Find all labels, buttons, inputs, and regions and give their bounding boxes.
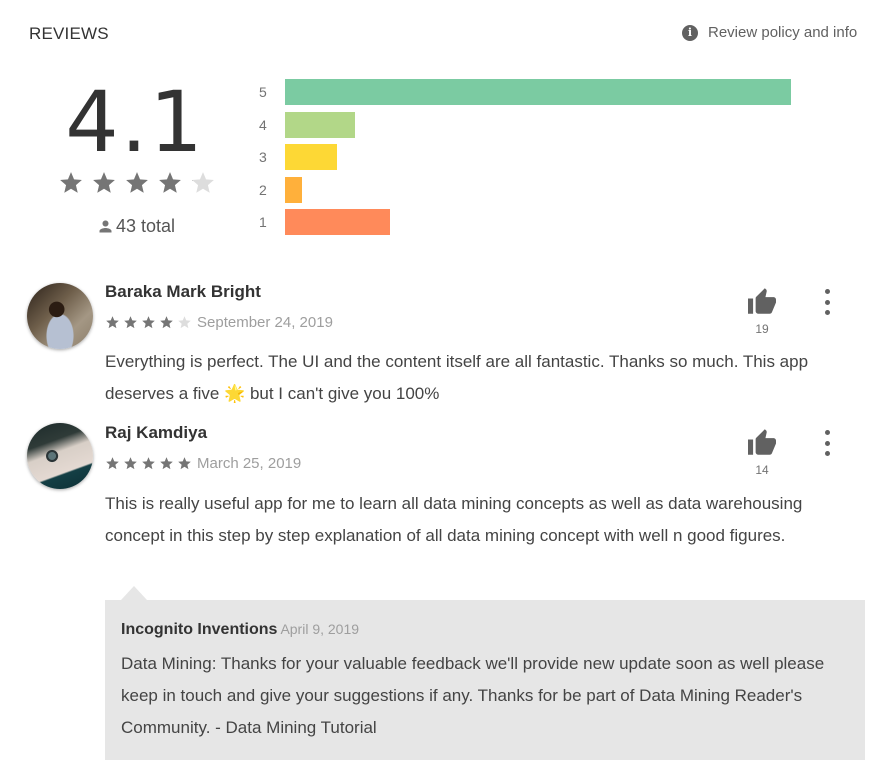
review-author: Baraka Mark Bright [105, 282, 261, 301]
histogram-label: 1 [259, 214, 267, 230]
total-ratings-label: 43 total [116, 216, 176, 236]
histogram-row-3: 3 [255, 144, 337, 170]
histogram-row-4: 4 [255, 111, 355, 138]
review-meta: March 25, 2019 [105, 455, 301, 472]
star-empty-icon [177, 315, 192, 330]
reply-date: April 9, 2019 [280, 621, 360, 637]
helpful-count: 19 [755, 322, 769, 336]
average-rating-stars [58, 170, 216, 196]
average-rating-value: 4.1 [65, 73, 205, 171]
average-rating: 4.1 [60, 72, 210, 172]
histogram-bar [285, 111, 355, 138]
review-stars [105, 456, 192, 471]
reply-header: Incognito Inventions April 9, 2019 [121, 621, 359, 639]
histogram-bar [285, 144, 337, 170]
user-avatar [27, 423, 93, 489]
review-text: This is really useful app for me to lear… [105, 494, 803, 545]
developer-reply: Incognito Inventions April 9, 2019 Data … [105, 600, 865, 760]
star-filled-icon [159, 456, 174, 471]
star-filled-icon [105, 456, 120, 471]
star-filled-icon [124, 170, 150, 196]
histogram-label: 2 [259, 181, 267, 198]
review-date: March 25, 2019 [197, 455, 302, 472]
star-filled-icon [91, 170, 117, 196]
star-filled-icon [105, 315, 120, 330]
histogram-row-2: 2 [255, 176, 302, 203]
histogram-bar [285, 209, 390, 235]
histogram-label: 5 [259, 84, 267, 100]
review-meta: September 24, 2019 [105, 314, 333, 331]
total-ratings: 43 total [98, 216, 175, 237]
developer-name: Incognito Inventions [121, 621, 278, 638]
more-options-icon[interactable] [817, 289, 837, 315]
star-filled-icon [177, 456, 192, 471]
more-options-icon[interactable] [817, 430, 837, 456]
histogram-label: 4 [259, 116, 267, 133]
reviews-heading: REVIEWS [29, 24, 109, 43]
thumbs-up-icon[interactable] [746, 428, 778, 456]
histogram-bar [285, 79, 791, 105]
info-icon: i [682, 24, 698, 41]
star-filled-icon [157, 170, 183, 196]
star-filled-icon [58, 170, 84, 196]
helpful-count: 14 [755, 463, 769, 477]
histogram-bar [285, 176, 302, 203]
reply-pointer [121, 586, 147, 600]
star-filled-icon [159, 315, 174, 330]
user-avatar [27, 283, 93, 349]
reply-text: Data Mining: Thanks for your valuable fe… [121, 654, 825, 737]
star-partial-icon [190, 170, 216, 196]
histogram-row-5: 5 [255, 79, 791, 105]
star-filled-icon [141, 315, 156, 330]
thumbs-up-icon[interactable] [746, 287, 778, 315]
review-policy-label: Review policy and info [708, 24, 858, 41]
review-stars [105, 315, 192, 330]
histogram-row-1: 1 [255, 209, 390, 235]
review-text: Everything is perfect. The UI and the co… [105, 352, 809, 403]
star-filled-icon [123, 456, 138, 471]
review-date: September 24, 2019 [197, 314, 333, 331]
histogram-label: 3 [259, 149, 267, 165]
review-policy-link[interactable]: i Review policy and info [682, 24, 857, 41]
review-author: Raj Kamdiya [105, 423, 208, 442]
star-filled-icon [141, 456, 156, 471]
person-icon [99, 220, 112, 233]
star-filled-icon [123, 315, 138, 330]
